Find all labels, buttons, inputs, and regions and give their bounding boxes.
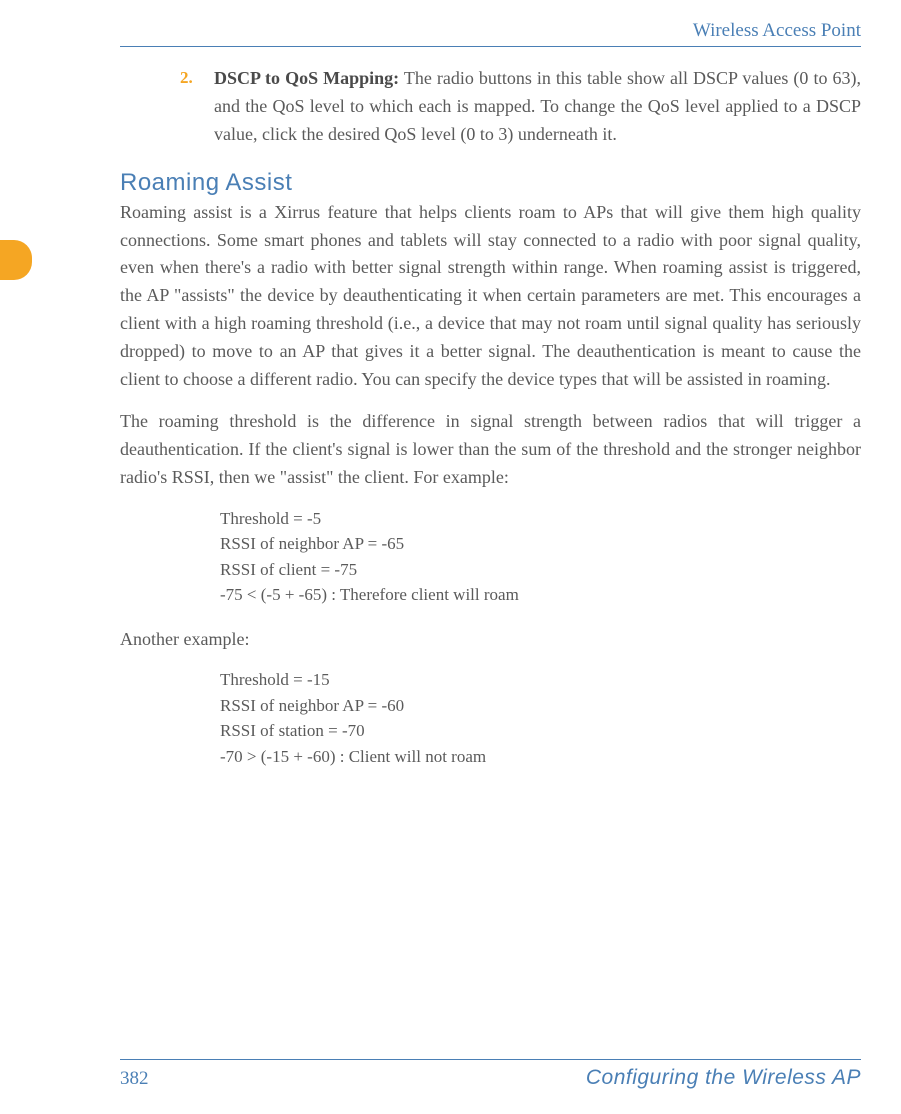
page-number: 382 xyxy=(120,1068,149,1090)
example1-line3: RSSI of client = -75 xyxy=(220,557,861,583)
example2-line1: Threshold = -15 xyxy=(220,667,861,693)
list-bold-prefix: DSCP to QoS Mapping: xyxy=(214,68,399,88)
list-body: DSCP to QoS Mapping: The radio buttons i… xyxy=(214,65,861,149)
example1-line4: -75 < (-5 + -65) : Therefore client will… xyxy=(220,582,861,608)
example1-line1: Threshold = -5 xyxy=(220,506,861,532)
section-heading-roaming-assist: Roaming Assist xyxy=(120,169,861,197)
example1-line2: RSSI of neighbor AP = -65 xyxy=(220,531,861,557)
numbered-list-item: 2. DSCP to QoS Mapping: The radio button… xyxy=(180,65,861,149)
page-footer: 382 Configuring the Wireless AP xyxy=(120,1059,861,1090)
example2-line4: -70 > (-15 + -60) : Client will not roam xyxy=(220,744,861,770)
footer-section-title: Configuring the Wireless AP xyxy=(586,1066,861,1090)
paragraph-3: Another example: xyxy=(120,626,861,654)
paragraph-1: Roaming assist is a Xirrus feature that … xyxy=(120,199,861,394)
paragraph-2: The roaming threshold is the difference … xyxy=(120,408,861,492)
example2-line2: RSSI of neighbor AP = -60 xyxy=(220,693,861,719)
example-block-1: Threshold = -5 RSSI of neighbor AP = -65… xyxy=(220,506,861,608)
page-container: Wireless Access Point 2. DSCP to QoS Map… xyxy=(0,0,901,1114)
example-block-2: Threshold = -15 RSSI of neighbor AP = -6… xyxy=(220,667,861,769)
page-header-title: Wireless Access Point xyxy=(120,20,861,47)
example2-line3: RSSI of station = -70 xyxy=(220,718,861,744)
list-marker: 2. xyxy=(180,65,214,149)
